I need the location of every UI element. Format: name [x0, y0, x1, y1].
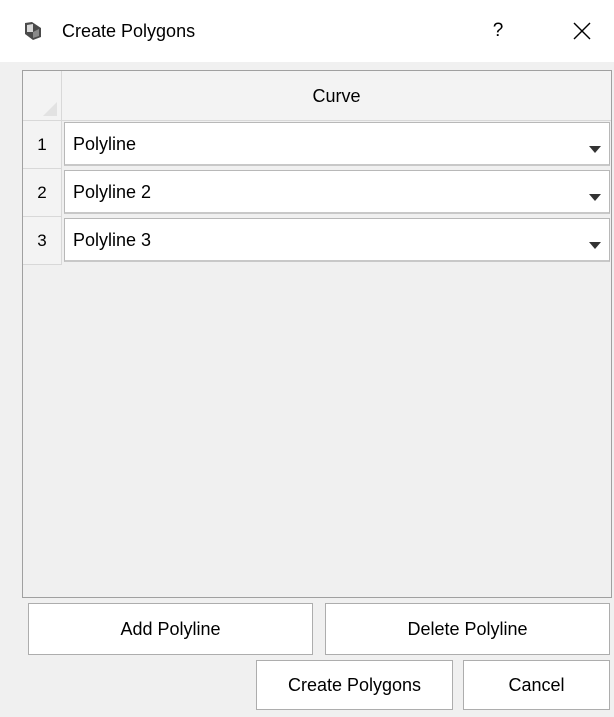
close-icon	[562, 22, 602, 52]
dropdown-arrow-icon	[589, 236, 601, 254]
column-header-curve[interactable]: Curve	[62, 71, 611, 121]
row-header[interactable]: 3	[23, 217, 62, 265]
create-polygons-button[interactable]: Create Polygons	[256, 660, 453, 710]
table-corner-select-all[interactable]	[23, 71, 62, 121]
row-header[interactable]: 1	[23, 121, 62, 169]
row-header[interactable]: 2	[23, 169, 62, 217]
cancel-button[interactable]: Cancel	[463, 660, 610, 710]
delete-polyline-button[interactable]: Delete Polyline	[325, 603, 610, 655]
curve-dropdown-value: Polyline 3	[73, 230, 152, 250]
table-row: 3 Polyline 3	[23, 217, 611, 265]
add-polyline-button[interactable]: Add Polyline	[28, 603, 313, 655]
curve-dropdown-value: Polyline 2	[73, 182, 152, 202]
help-button[interactable]: ?	[478, 14, 518, 48]
curve-table: Curve 1 Polyline 2 Polyline 2 3 Polyline…	[22, 70, 612, 598]
table-row: 1 Polyline	[23, 121, 611, 169]
curve-dropdown-value: Polyline	[73, 134, 137, 154]
curve-dropdown[interactable]: Polyline 3	[64, 218, 610, 262]
create-polygons-dialog: Create Polygons ? Curve 1 Polyline 2 Pol…	[0, 0, 614, 717]
polygon-shape-icon	[22, 20, 44, 42]
dropdown-arrow-icon	[589, 188, 601, 206]
curve-dropdown[interactable]: Polyline	[64, 122, 610, 166]
curve-dropdown[interactable]: Polyline 2	[64, 170, 610, 214]
dropdown-arrow-icon	[589, 140, 601, 158]
title-bar: Create Polygons ?	[0, 0, 614, 62]
close-button[interactable]	[562, 14, 602, 48]
table-row: 2 Polyline 2	[23, 169, 611, 217]
dialog-title: Create Polygons	[62, 21, 196, 41]
